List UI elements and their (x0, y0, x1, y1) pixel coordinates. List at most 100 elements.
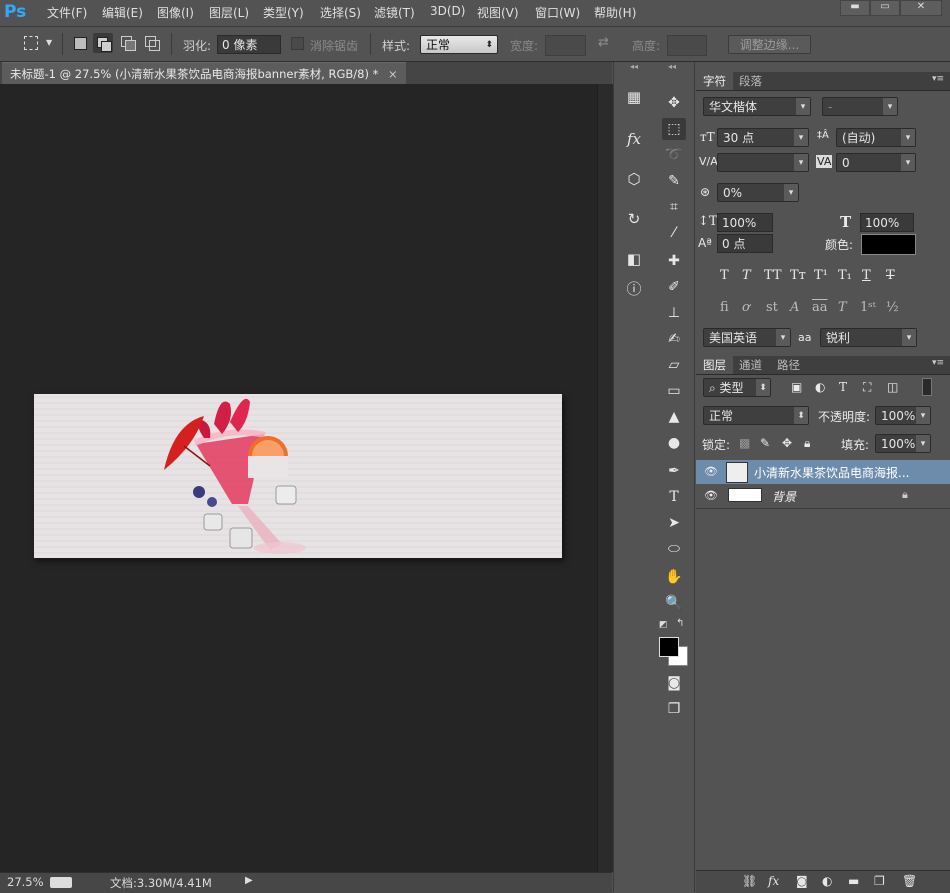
ellipse-tool-icon[interactable]: ⬭ (662, 538, 686, 560)
crop-tool-icon[interactable]: ⌗ (662, 196, 686, 218)
eye-icon[interactable]: 👁︎ (704, 489, 718, 502)
history-icon[interactable]: ↻ (623, 208, 645, 230)
minimize-button[interactable]: ▬ (840, 0, 870, 16)
default-colors-icon[interactable]: ◩ (659, 620, 668, 630)
history-brush-icon[interactable]: ✍ (662, 328, 686, 350)
titling-alternates-icon[interactable]: aa (812, 300, 828, 315)
antialias-checkbox[interactable] (291, 37, 304, 50)
dodge-tool-icon[interactable]: ● (662, 432, 686, 454)
adjustment-icon[interactable]: ◐ (822, 874, 832, 888)
eyedropper-tool-icon[interactable]: ⁄ (662, 222, 686, 244)
eraser-tool-icon[interactable]: ▱ (662, 354, 686, 376)
font-size-select[interactable]: 30 点 ▾ (717, 128, 809, 147)
group-icon[interactable]: ▬ (848, 874, 859, 888)
eye-icon[interactable]: 👁︎ (704, 465, 718, 478)
blend-mode-select[interactable]: 正常 ⬍ (703, 406, 809, 425)
kerning-select[interactable]: ▾ (717, 153, 809, 172)
brush-tool-icon[interactable]: ✐ (662, 276, 686, 298)
lock-all-icon[interactable]: 🔒︎ (804, 436, 810, 451)
tab-character[interactable]: 字符 (696, 72, 733, 90)
swap-icon[interactable]: ⇄ (598, 35, 609, 50)
quick-mask-icon[interactable]: ◙ (662, 672, 686, 694)
filter-pixel-icon[interactable]: ▣ (791, 380, 802, 394)
quick-selection-tool-icon[interactable]: ✎ (662, 170, 686, 192)
tab-paths[interactable]: 路径 (770, 356, 807, 374)
pen-tool-icon[interactable]: ✒ (662, 460, 686, 482)
status-preview-icon[interactable] (50, 877, 72, 888)
close-button[interactable]: ✕ (900, 0, 942, 16)
layer-name[interactable]: 背景 (772, 488, 796, 505)
small-caps-icon[interactable]: Tт (790, 268, 806, 283)
filter-smart-object-icon[interactable]: ◫ (887, 380, 898, 394)
banner-image[interactable] (34, 394, 562, 558)
vertical-scale-input[interactable]: 100% (717, 213, 773, 232)
menu-select[interactable]: 选择(S) (320, 4, 361, 21)
font-family-select[interactable]: 华文楷体 ▾ (703, 97, 811, 116)
swap-colors-icon[interactable]: ↰ (676, 618, 684, 629)
style-select[interactable]: 正常 ⬍ (420, 35, 498, 54)
font-style-select[interactable]: - ▾ (822, 97, 898, 116)
lasso-tool-icon[interactable]: ➰ (662, 144, 686, 166)
add-selection-button[interactable] (93, 33, 113, 53)
strikethrough-icon[interactable]: T (886, 268, 895, 283)
old-style-icon[interactable]: ơ (742, 300, 750, 315)
width-input[interactable] (545, 35, 586, 56)
faux-bold-icon[interactable]: T (720, 268, 729, 283)
new-layer-icon[interactable]: ❐ (874, 874, 885, 888)
stamp-tool-icon[interactable]: ⊥ (662, 302, 686, 324)
layer-row-background[interactable]: 👁︎ 背景 🔒︎ (696, 484, 950, 509)
mask-icon[interactable]: ◙ (796, 874, 808, 888)
menu-type[interactable]: 类型(Y) (263, 4, 304, 21)
move-tool-icon[interactable]: ✥ (662, 92, 686, 114)
lock-transparent-icon[interactable]: ▩ (739, 436, 750, 450)
3d-cube-icon[interactable]: ⬡ (623, 168, 645, 190)
layer-filter-select[interactable]: ⌕ 类型 ⬍ (703, 378, 771, 397)
swash-icon[interactable]: st (766, 300, 778, 315)
panel-menu-icon[interactable]: ▾≡ (932, 358, 944, 368)
menu-edit[interactable]: 编辑(E) (102, 4, 143, 21)
zoom-level[interactable]: 27.5% (7, 875, 44, 889)
menu-filter[interactable]: 滤镜(T) (374, 4, 415, 21)
text-color-swatch[interactable] (861, 234, 916, 255)
new-selection-icon[interactable] (74, 37, 87, 50)
menu-3d[interactable]: 3D(D) (430, 4, 465, 18)
properties-icon[interactable]: ◧ (623, 248, 645, 270)
marquee-preset-icon[interactable] (24, 36, 38, 50)
underline-icon[interactable]: T (862, 268, 871, 283)
fractions-icon[interactable]: ½ (886, 300, 899, 315)
healing-brush-icon[interactable]: ✚ (662, 250, 686, 272)
ligature-icon[interactable]: ﬁ (720, 300, 729, 315)
type-tool-icon[interactable]: T (662, 486, 686, 508)
path-selection-icon[interactable]: ➤ (662, 512, 686, 534)
vertical-scrollbar[interactable] (597, 84, 613, 872)
fx-icon[interactable]: fx (768, 874, 779, 888)
layer-row-smart-object[interactable]: 👁︎ 小清新水果茶饮品电商海报... (696, 460, 950, 484)
menu-file[interactable]: 文件(F) (47, 4, 87, 21)
blur-tool-icon[interactable]: ▲ (662, 406, 686, 428)
collapse-arrows-icon[interactable]: ◂◂ (630, 62, 638, 71)
feather-input[interactable]: 0 像素 (217, 35, 281, 54)
link-icon[interactable]: ⛓ (742, 874, 757, 888)
gradient-tool-icon[interactable]: ▭ (662, 380, 686, 402)
menu-view[interactable]: 视图(V) (477, 4, 519, 21)
document-tab[interactable]: 未标题-1 @ 27.5% (小清新水果茶饮品电商海报banner素材, RGB… (2, 62, 406, 85)
filter-shape-icon[interactable]: ⛶ (863, 380, 871, 395)
tab-paragraph[interactable]: 段落 (732, 72, 769, 90)
status-menu-arrow[interactable]: ▶ (245, 875, 253, 886)
stylistic-alternates-icon[interactable]: A (790, 300, 799, 315)
menu-window[interactable]: 窗口(W) (535, 4, 580, 21)
screen-mode-icon[interactable]: ❐ (662, 698, 686, 720)
subscript-icon[interactable]: T₁ (838, 268, 852, 283)
zoom-tool-icon[interactable]: 🔍 (662, 592, 686, 614)
marquee-tool-icon[interactable]: ⬚ (662, 118, 686, 140)
panel-menu-icon[interactable]: ▾≡ (932, 74, 944, 84)
opacity-input[interactable]: 100% ▾ (875, 406, 931, 425)
all-caps-icon[interactable]: TT (764, 268, 782, 283)
restore-button[interactable]: ▭ (870, 0, 900, 16)
faux-italic-icon[interactable]: T (742, 268, 751, 283)
trash-icon[interactable]: 🗑︎ (902, 874, 917, 888)
layer-name[interactable]: 小清新水果茶饮品电商海报... (754, 464, 909, 481)
collapse-arrows-icon[interactable]: ◂◂ (668, 62, 676, 71)
filter-type-icon[interactable]: T (839, 380, 847, 394)
antialias-select[interactable]: 锐利 ▾ (820, 328, 917, 347)
